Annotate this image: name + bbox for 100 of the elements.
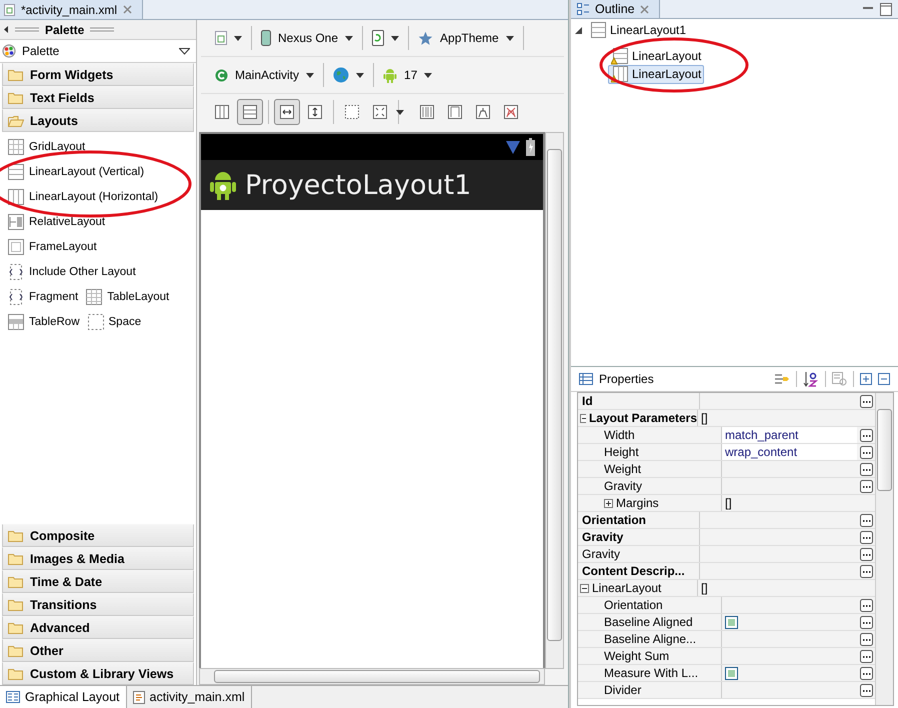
- outline-node[interactable]: LinearLayout: [608, 64, 704, 84]
- ellipsis-button[interactable]: [860, 428, 872, 442]
- palette-category[interactable]: Time & Date: [2, 570, 194, 593]
- outline-node[interactable]: LinearLayout: [608, 46, 704, 66]
- ellipsis-button[interactable]: [860, 514, 872, 526]
- frame-icon: [448, 105, 462, 119]
- layout-icon: [589, 22, 606, 38]
- ellipsis-button[interactable]: [860, 616, 872, 628]
- layout-icon: [8, 314, 24, 330]
- collapse-all-icon[interactable]: [878, 373, 890, 385]
- dashed-box-icon: [88, 314, 104, 330]
- columns-icon: [215, 105, 229, 119]
- toolbar-toggle[interactable]: [274, 99, 300, 125]
- property-name: Content Descrip...: [582, 564, 685, 578]
- palette-item[interactable]: TableLayout: [86, 288, 170, 304]
- palette-category[interactable]: Transitions: [2, 593, 194, 616]
- outline-tab[interactable]: Outline: [571, 0, 660, 18]
- property-name: Measure With L...: [604, 666, 698, 680]
- ellipsis-button[interactable]: [860, 548, 872, 560]
- ellipsis-button[interactable]: [860, 446, 872, 458]
- horizontal-scrollbar[interactable]: [199, 668, 545, 685]
- sort-icon[interactable]: [803, 371, 819, 387]
- palette-category[interactable]: Layouts: [2, 109, 194, 132]
- toolbar-dropdown[interactable]: AppTheme: [412, 28, 520, 48]
- vertical-scrollbar[interactable]: [545, 132, 564, 669]
- folder-icon: [8, 668, 24, 680]
- property-name: Weight: [604, 462, 642, 476]
- checkbox[interactable]: [725, 666, 738, 680]
- palette-item[interactable]: Fragment: [8, 288, 78, 304]
- palette-item[interactable]: TableRow: [8, 314, 80, 330]
- editor-mode-tab[interactable]: Graphical Layout: [0, 686, 127, 708]
- palette-category[interactable]: Custom & Library Views: [2, 662, 194, 685]
- bars-icon: [420, 105, 434, 119]
- checkbox[interactable]: [725, 616, 738, 628]
- ellipsis-button[interactable]: [860, 632, 872, 646]
- property-value: match_parent: [725, 428, 798, 442]
- palette-item[interactable]: Include Other Layout: [8, 264, 136, 280]
- dropdown-arrow-icon: [356, 72, 364, 78]
- dotted-box-icon: [345, 105, 359, 119]
- palette-category[interactable]: Form Widgets: [2, 63, 194, 86]
- folder-icon: [8, 576, 24, 588]
- folder-icon: [8, 68, 24, 80]
- properties-title: Properties: [599, 372, 654, 386]
- palette-title: Palette: [45, 22, 84, 36]
- outline-node[interactable]: LinearLayout1: [586, 20, 690, 40]
- signal-icon: [506, 140, 520, 154]
- dropdown-arrow-icon: [424, 72, 432, 78]
- expand-arrow-icon[interactable]: [575, 26, 582, 34]
- layout-warning-icon: [611, 48, 628, 64]
- toolbar-dropdown[interactable]: MainActivity: [209, 65, 320, 85]
- ellipsis-button[interactable]: [860, 564, 872, 578]
- ellipsis-button[interactable]: [860, 684, 872, 696]
- palette-category[interactable]: Images & Media: [2, 547, 194, 570]
- palette-category[interactable]: Text Fields: [2, 86, 194, 109]
- palette-item[interactable]: LinearLayout (Horizontal): [8, 188, 158, 204]
- property-name: Weight Sum: [604, 649, 670, 663]
- tree-toggle-icon[interactable]: [580, 584, 589, 592]
- star-icon: [418, 30, 434, 46]
- palette-item[interactable]: FrameLayout: [8, 238, 97, 254]
- vertical-scrollbar[interactable]: [875, 393, 893, 705]
- ellipsis-button[interactable]: [860, 394, 872, 408]
- palette-item[interactable]: RelativeLayout: [8, 214, 106, 230]
- property-name: Gravity: [604, 479, 642, 493]
- app-title: ProyectoLayout1: [245, 170, 472, 200]
- ellipsis-button[interactable]: [860, 480, 872, 492]
- palette-item[interactable]: LinearLayout (Vertical): [8, 164, 144, 180]
- palette-category[interactable]: Other: [2, 639, 194, 662]
- editor-mode-tab[interactable]: activity_main.xml: [126, 686, 252, 708]
- palette-item[interactable]: GridLayout: [8, 138, 86, 154]
- palette-category[interactable]: Advanced: [2, 616, 194, 639]
- expand-all-icon[interactable]: [860, 373, 872, 385]
- collapse-arrow-icon[interactable]: [4, 26, 9, 33]
- maximize-icon[interactable]: [880, 2, 892, 16]
- property-value: []: [701, 581, 708, 595]
- layout-icon: [6, 691, 20, 703]
- layout-icon: [8, 238, 24, 254]
- toolbar-toggle[interactable]: [237, 99, 263, 125]
- folder-icon: [8, 92, 24, 104]
- toolbar-dropdown[interactable]: Nexus One: [255, 27, 360, 49]
- filter-icon[interactable]: [774, 372, 790, 386]
- editor-tab[interactable]: *activity_main.xml: [0, 0, 144, 19]
- dropdown-arrow-icon: [345, 36, 354, 40]
- tree-toggle-icon[interactable]: [604, 498, 613, 508]
- ellipsis-button[interactable]: [860, 462, 872, 476]
- palette-category[interactable]: Composite: [2, 524, 194, 547]
- folder-icon: [8, 114, 24, 126]
- tree-toggle-icon[interactable]: [580, 414, 586, 422]
- android-app-icon: [209, 170, 237, 200]
- ellipsis-button[interactable]: [860, 650, 872, 662]
- ellipsis-button[interactable]: [860, 598, 872, 612]
- ellipsis-button[interactable]: [860, 530, 872, 544]
- palette-item[interactable]: Space: [88, 314, 142, 330]
- close-icon[interactable]: [640, 4, 649, 14]
- ellipsis-button[interactable]: [860, 666, 872, 680]
- vertical-arrows-icon: [308, 105, 322, 119]
- dropdown-arrow-icon[interactable]: [396, 110, 404, 114]
- property-name: Height: [604, 445, 639, 459]
- toolbar-dropdown[interactable]: 17: [377, 64, 438, 86]
- xml-file-icon: [132, 690, 145, 704]
- close-icon[interactable]: [123, 5, 132, 14]
